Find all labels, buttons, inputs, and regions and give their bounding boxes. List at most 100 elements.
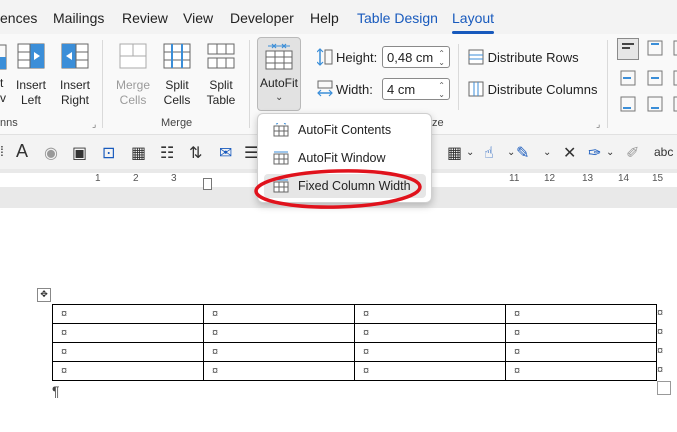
ruler-number: 15	[652, 173, 664, 184]
autofit-contents-icon	[273, 123, 289, 137]
height-input[interactable]: 0,48 cm ⌃ ⌄	[382, 46, 450, 68]
ruler-number: 11	[509, 173, 520, 184]
cell-size-launcher-icon[interactable]: ⌟	[596, 119, 600, 130]
text-box-icon[interactable]: ⊡	[102, 143, 115, 163]
tab-table-design[interactable]: Table Design	[357, 10, 438, 26]
merge-group-label: Merge	[161, 117, 193, 129]
align-top-center-button[interactable]	[645, 38, 665, 58]
table-cell[interactable]: ¤	[354, 304, 506, 324]
height-label: Height:	[336, 50, 378, 65]
autofit-icon	[265, 43, 293, 70]
end-of-row-mark: ¤	[657, 345, 664, 357]
tab-mailings[interactable]: Mailings	[53, 10, 104, 26]
menu-item-autofit-contents[interactable]: AutoFit Contents	[264, 118, 426, 142]
autofit-button[interactable]: AutoFit ⌄	[257, 37, 301, 111]
table-cell[interactable]: ¤	[354, 323, 506, 343]
insert-right-button[interactable]: Insert Right	[56, 42, 94, 108]
draw-icon[interactable]: ✎	[516, 143, 529, 163]
spin-up-icon[interactable]: ⌃	[438, 81, 445, 90]
table-cell[interactable]: ¤	[203, 323, 355, 343]
table-cell[interactable]: ¤	[505, 361, 657, 381]
chevron-down-icon[interactable]: ⌄	[466, 147, 474, 158]
align-middle-center-button[interactable]	[645, 68, 665, 88]
table-cell[interactable]: ¤	[203, 361, 355, 381]
touch-mode-icon[interactable]: ☝	[484, 143, 494, 163]
table-cell[interactable]: ¤	[203, 304, 355, 324]
table-cell[interactable]: ¤	[505, 304, 657, 324]
chevron-down-icon[interactable]: ⌄	[606, 147, 614, 158]
table-cell[interactable]: ¤	[203, 342, 355, 362]
tab-review[interactable]: Review	[122, 10, 168, 26]
ruler-number: 12	[544, 173, 556, 184]
sort-az-icon[interactable]: ⇅	[189, 143, 202, 163]
ruler-column-marker[interactable]	[203, 178, 212, 190]
autofit-window-icon	[273, 151, 289, 165]
distribute-columns-icon	[468, 81, 484, 97]
align-middle-left-button[interactable]	[619, 68, 639, 88]
rows-columns-group-label: nns	[0, 117, 18, 129]
font-color-icon[interactable]: A	[16, 141, 28, 162]
mail-icon[interactable]: ✉	[219, 143, 232, 163]
rows-columns-launcher-icon[interactable]: ⌟	[92, 119, 96, 130]
spin-down-icon[interactable]: ⌄	[438, 58, 445, 67]
insert-below-button[interactable]: t v	[0, 76, 8, 106]
table-cell[interactable]: ¤	[52, 342, 204, 362]
merge-cells-icon	[119, 43, 147, 69]
table-cell[interactable]: ¤	[354, 342, 506, 362]
end-of-row-mark: ¤	[657, 364, 664, 376]
split-table-button[interactable]: Split Table	[202, 42, 240, 108]
align-top-left-button[interactable]	[617, 38, 639, 60]
highlight-ellipse-annotation	[254, 169, 422, 209]
select-table-icon[interactable]: ☷	[160, 143, 174, 163]
table-cell[interactable]: ¤	[354, 361, 506, 381]
spelling-icon[interactable]: abc	[654, 145, 673, 159]
tab-view[interactable]: View	[183, 10, 213, 26]
split-cells-button[interactable]: Split Cells	[158, 42, 196, 108]
table-move-handle-icon[interactable]: ✥	[37, 288, 51, 302]
edit-doc-icon[interactable]: ✐	[626, 143, 639, 163]
insert-table-icon[interactable]: ▦	[447, 143, 462, 163]
table-row: ¤ ¤ ¤ ¤	[52, 323, 657, 343]
grid-lines-icon[interactable]: ⁞	[0, 143, 4, 159]
distribute-rows-button[interactable]: Distribute Rows	[468, 49, 579, 67]
split-cells-icon	[163, 43, 191, 69]
close-icon[interactable]: ✕	[563, 143, 576, 163]
image-icon[interactable]: ▦	[131, 143, 146, 163]
width-input[interactable]: 4 cm ⌃ ⌄	[382, 78, 450, 100]
align-middle-right-icon	[673, 70, 677, 86]
table-resize-handle[interactable]	[657, 381, 671, 395]
merge-cells-button[interactable]: Merge Cells	[112, 42, 154, 108]
chevron-down-icon[interactable]: ⌄	[507, 147, 515, 158]
spin-up-icon[interactable]: ⌃	[438, 49, 445, 58]
table-cell[interactable]: ¤	[52, 304, 204, 324]
align-top-right-button[interactable]	[671, 38, 677, 58]
insert-left-button[interactable]: Insert Left	[12, 42, 50, 108]
text-highlight-icon[interactable]: ▣	[72, 143, 87, 163]
table-cell[interactable]: ¤	[505, 342, 657, 362]
align-middle-right-button[interactable]	[671, 68, 677, 88]
tab-layout[interactable]: Layout	[452, 10, 494, 26]
document-table[interactable]: ¤ ¤ ¤ ¤ ¤ ¤ ¤ ¤ ¤ ¤ ¤ ¤ ¤ ¤ ¤ ¤	[52, 304, 657, 381]
distribute-columns-button[interactable]: Distribute Columns	[468, 81, 597, 99]
pen-icon[interactable]: ✑	[588, 143, 601, 163]
align-middle-left-icon	[620, 70, 636, 86]
align-bottom-right-button[interactable]	[671, 94, 677, 114]
table-cell[interactable]: ¤	[52, 323, 204, 343]
table-row: ¤ ¤ ¤ ¤	[52, 361, 657, 381]
tab-help[interactable]: Help	[310, 10, 339, 26]
tab-developer[interactable]: Developer	[230, 10, 294, 26]
chevron-down-icon[interactable]: ⌄	[543, 147, 551, 158]
align-bottom-center-button[interactable]	[645, 94, 665, 114]
group-separator	[102, 40, 103, 128]
table-row: ¤ ¤ ¤ ¤	[52, 304, 657, 324]
table-cell[interactable]: ¤	[52, 361, 204, 381]
tab-references[interactable]: ences	[0, 10, 37, 26]
cell-size-group-label: ze	[432, 117, 444, 129]
alignment-grid	[617, 38, 677, 122]
table-cell[interactable]: ¤	[505, 323, 657, 343]
align-bottom-right-icon	[673, 96, 677, 112]
align-bottom-left-button[interactable]	[619, 94, 639, 114]
circle-icon[interactable]: ◉	[44, 143, 58, 163]
ruler-number: 1	[95, 173, 101, 184]
spin-down-icon[interactable]: ⌄	[438, 90, 445, 99]
